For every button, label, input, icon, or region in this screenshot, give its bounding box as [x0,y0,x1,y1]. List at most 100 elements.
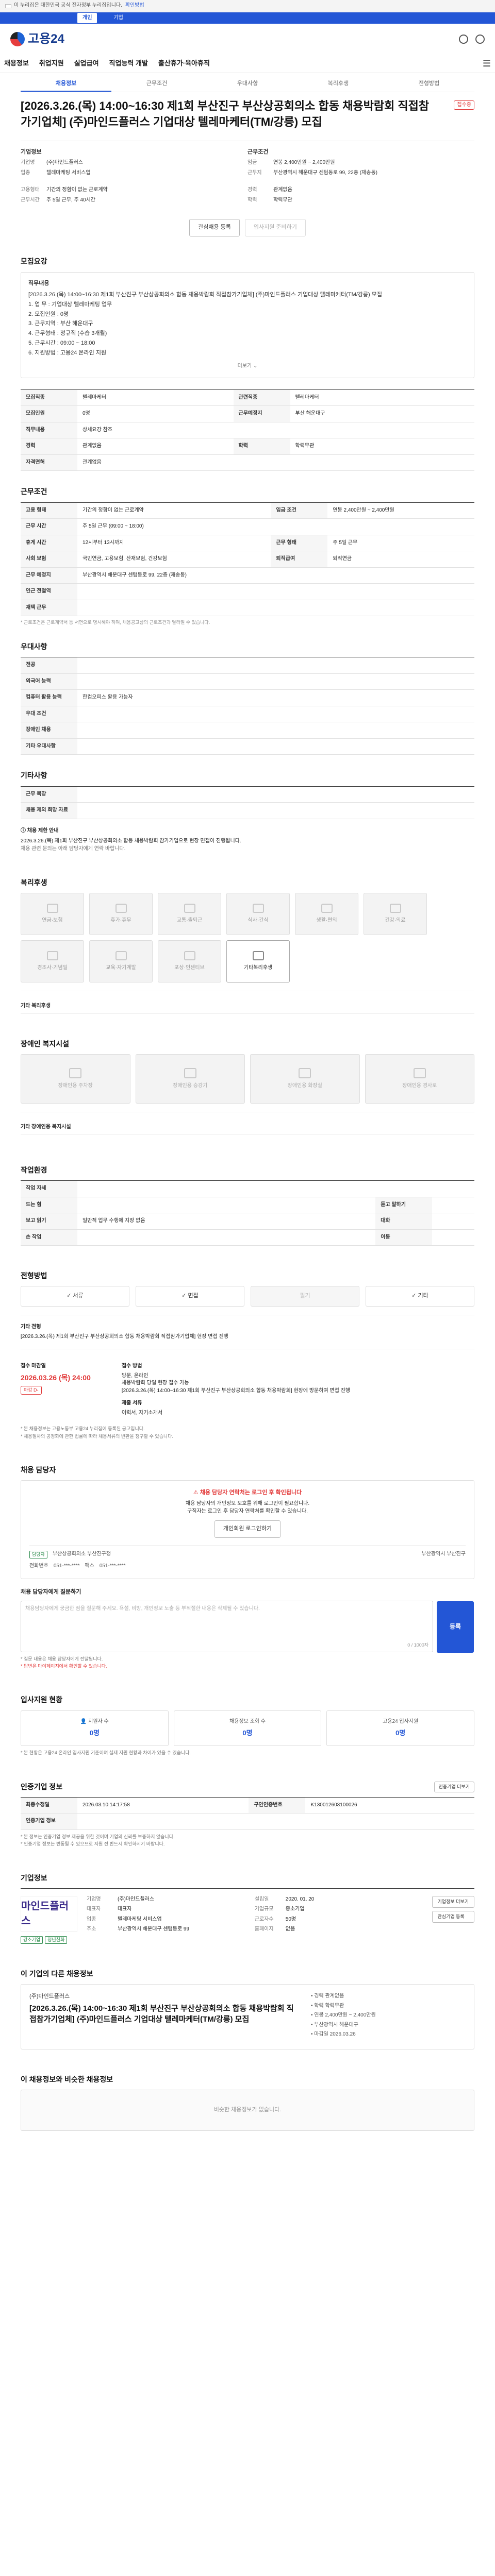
similar-line: • 마감일 2026.03.26 [311,2031,356,2038]
site-logo[interactable]: 고용24 [10,30,64,48]
detail-box: 직무내용 [2026.3.26.(목) 14:00~16:30 제1회 부산진구… [21,272,474,378]
table-row: 최종수정일 2026.03.10 14:17:58 구인인증번호 K130012603… [21,1797,474,1814]
table-row: 직무내용 상세요강 참조 [21,422,474,439]
row-value [432,1197,474,1214]
detail-tabs: 채용정보 근무조건 우대사항 복리후생 전형방법 [21,77,474,92]
deadline-badge: 마감 D- [21,1386,42,1395]
row-value [77,600,474,616]
card-label: 장애인용 화장실 [287,1082,322,1089]
row-label: 기타 우대사항 [21,738,77,755]
row-label: 관련직종 [233,389,290,406]
label: 홈페이지 [254,1926,274,1933]
value: 50명 [285,1916,296,1922]
table-row: 재택 근무 [21,600,474,616]
nav-leave[interactable]: 출산휴가·육아휴직 [158,59,210,69]
contact-line: 채용 담당자의 개인정보 보호를 위해 로그인이 필요합니다. [185,1501,310,1507]
card-label: 연금·보험 [42,918,63,924]
search-icon[interactable] [459,35,468,44]
card-label: 기타복리후생 [243,965,273,971]
similar-company: (주)마인드플러스 [29,1993,70,2000]
selection-steps: ✓ 서류 ✓ 면접 필기 ✓ 기타 [21,1286,474,1307]
label: 대표자 [87,1906,101,1912]
qa-submit-button[interactable]: 등록 [437,1601,474,1653]
more-button[interactable]: 더보기 ⌄ [28,363,467,370]
company-fav-button[interactable]: 관심기업 등록 [432,1910,474,1923]
detail-line: 2. 모집인원 : 0명 [28,311,69,317]
welfare-card: 교통·출퇴근 [158,893,221,936]
welfare-icon [115,904,127,913]
row-label: 근무 형태 [271,535,328,551]
label: 기업명 [87,1896,101,1902]
row-label: 모집직종 [21,389,77,406]
step-label: 기타 [418,1293,428,1299]
detail-line: 3. 근무지역 : 부산 해운대구 [28,320,93,327]
card-label: 장애인용 주차장 [58,1082,93,1089]
deadline-block: 접수 마감일 2026.03.26 (목) 24:00 마감 D- 접수 방법 … [21,1358,474,1422]
flag-icon [5,4,11,8]
section-recommend: 이 채용정보와 비슷한 채용정보 비슷한 채용정보가 없습니다. [21,2070,474,2131]
nav-training[interactable]: 직업능력 개발 [109,59,148,69]
row-label: 재택 근무 [21,600,77,616]
welfare-icon [115,951,127,961]
tab-personal[interactable]: 개인 [77,12,97,24]
row-label: 휴게 시간 [21,535,77,551]
row-value [77,657,474,674]
stat-card: 채용정보 조회 수 0명 [173,1710,322,1747]
section-welfare: 복리후생 연금·보험 휴가·휴무 교통·출퇴근 식사·간식 생활·편의 건강·의료 경조사·… [21,873,474,1014]
tab-conditions[interactable]: 근무조건 [111,77,202,92]
card-label: 경조사·기념일 [37,965,68,971]
scrap-button[interactable]: 관심채용 등록 [189,219,240,237]
welfare-icon [252,904,264,913]
table-row: 근무 시간 주 5일 근무 (09:00 ~ 18:00) [21,518,474,535]
welfare-card: 교육·자기계발 [89,940,153,983]
summary-conditions-heading: 근무조건 [248,148,269,155]
value: 없음 [285,1926,295,1933]
section-heading: 근무조건 [21,487,47,496]
nav-jobs[interactable]: 채용정보 [4,59,29,69]
tab-recruit[interactable]: 채용정보 [21,77,111,92]
alert-icon: ⚠ [193,1489,199,1496]
similar-card[interactable]: (주)마인드플러스 [2026.3.26.(목) 14:00~16:30 제1회… [21,1984,474,2049]
label: 기타 장애인용 복지시설 [21,1124,71,1130]
tab-welfare[interactable]: 복리후생 [293,77,384,92]
apply-prep-button[interactable]: 입사지원 준비하기 [244,219,306,237]
row-label: 근무 예정지 [21,567,77,584]
gov-verify-link[interactable]: 확인방법 [125,2,144,10]
auth-more-button[interactable]: 인증기업 더보기 [434,1782,474,1793]
phone-label: 전화번호 [29,1563,48,1569]
qa-input[interactable]: 채용담당자에게 궁금한 점을 질문해 주세요. 욕설, 비방, 개인정보 노출 … [21,1600,474,1653]
section-heading: 복리후생 [21,878,47,887]
value: 부산광역시 해운대구 센텀동로 99, 22층 (재송동) [273,170,377,176]
tab-preference[interactable]: 우대사항 [202,77,293,92]
login-button[interactable]: 개인회원 로그인하기 [214,1520,281,1538]
user-icon[interactable] [475,35,485,44]
job-title: [2026.3.26.(목) 14:00~16:30 제1회 부산진구 부산상공… [21,98,474,130]
row-value: 일반적 업무 수행에 지장 없음 [77,1213,376,1230]
section-heading: 채용 담당자 [21,1466,56,1475]
nav-employment-support[interactable]: 취업지원 [39,59,64,69]
fax-value: 051-***-**** [99,1563,126,1569]
detail-inner-title: 직무내용 [28,280,50,286]
row-value: 관계없음 [77,454,474,471]
tab-selection[interactable]: 전형방법 [384,77,474,92]
disabled-card: 장애인용 승강기 [135,1054,245,1104]
similar-line: • 학력 학력무관 [311,2003,344,2009]
row-label: 듣고 말하기 [375,1197,433,1214]
nav-unemployment[interactable]: 실업급여 [74,59,99,69]
qa-title: 채용 담당자에게 질문하기 [21,1588,81,1595]
method-line: 방문, 온라인 [121,1372,148,1379]
stats-cards: 👤 지원자 수 0명 채용정보 조회 수 0명 고용24 입사지원 0명 [21,1710,475,1747]
label: 기타 복리후생 [21,1003,51,1009]
company-more-button[interactable]: 기업정보 더보기 [432,1895,474,1908]
card-label: 장애인용 경사로 [402,1082,437,1089]
value: (주)마인드플러스 [118,1896,155,1902]
tab-company[interactable]: 기업 [108,13,128,24]
welfare-icon [321,904,333,913]
welfare-card: 식사·간식 [226,893,290,936]
row-value: 기간의 정함이 없는 근로계약 [77,502,271,519]
label: 경력 [248,187,257,193]
similar-title[interactable]: [2026.3.26.(목) 14:00~16:30 제1회 부산진구 부산상공… [29,2003,301,2025]
table-row: 경력 관계없음 학력 학력무관 [21,438,474,455]
menu-icon[interactable]: ☰ [483,57,491,70]
label: 기업명 [21,160,35,166]
